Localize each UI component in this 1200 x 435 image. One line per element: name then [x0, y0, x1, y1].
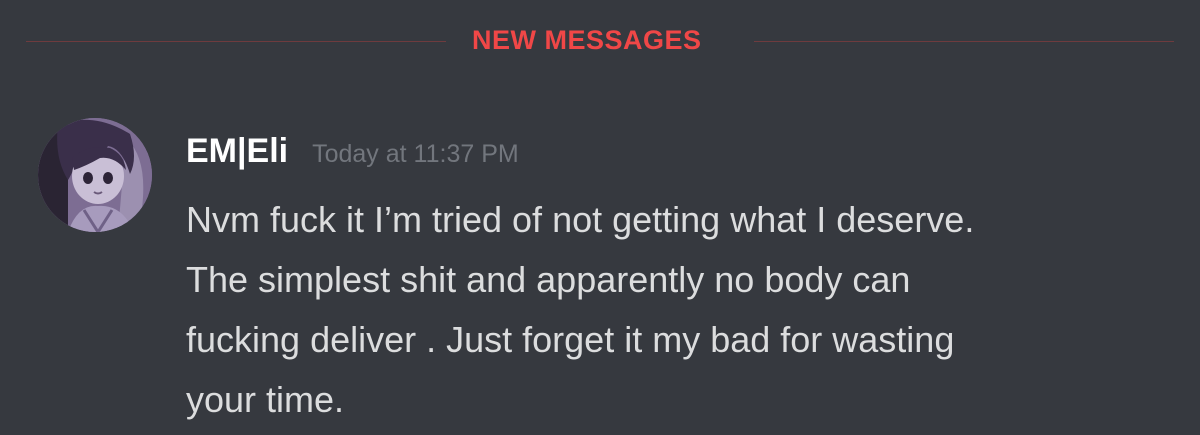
message-line: Nvm fuck it I’m tried of not getting wha…: [186, 199, 975, 240]
message-timestamp: Today at 11:37 PM: [312, 140, 519, 168]
divider-line-right: [754, 41, 1174, 42]
message-line: fucking deliver . Just forget it my bad …: [186, 319, 955, 360]
new-messages-divider: NEW MESSAGES: [26, 20, 1174, 62]
message-line: your time.: [186, 379, 345, 420]
anime-character-avatar-icon[interactable]: [38, 118, 152, 232]
message-content: Nvm fuck it I’m tried of not getting wha…: [186, 190, 1176, 430]
chat-message: EM|Eli Today at 11:37 PM Nvm fuck it I’m …: [0, 112, 1200, 435]
author-username[interactable]: EM|Eli: [186, 132, 288, 170]
new-messages-label: NEW MESSAGES: [472, 25, 702, 55]
message-header: EM|Eli Today at 11:37 PM: [186, 132, 519, 171]
message-line: The simplest shit and apparently no body…: [186, 259, 911, 300]
divider-line-left: [26, 41, 446, 42]
